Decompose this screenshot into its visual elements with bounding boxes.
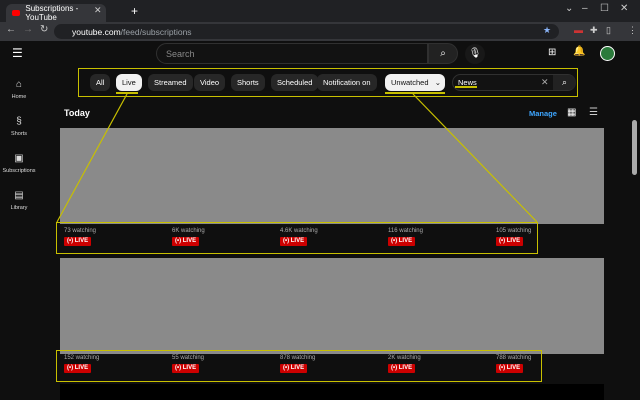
connector-line-right	[412, 93, 538, 223]
connector-line-left	[56, 93, 128, 223]
highlight-connectors	[56, 93, 538, 223]
scrollbar[interactable]	[632, 120, 637, 175]
